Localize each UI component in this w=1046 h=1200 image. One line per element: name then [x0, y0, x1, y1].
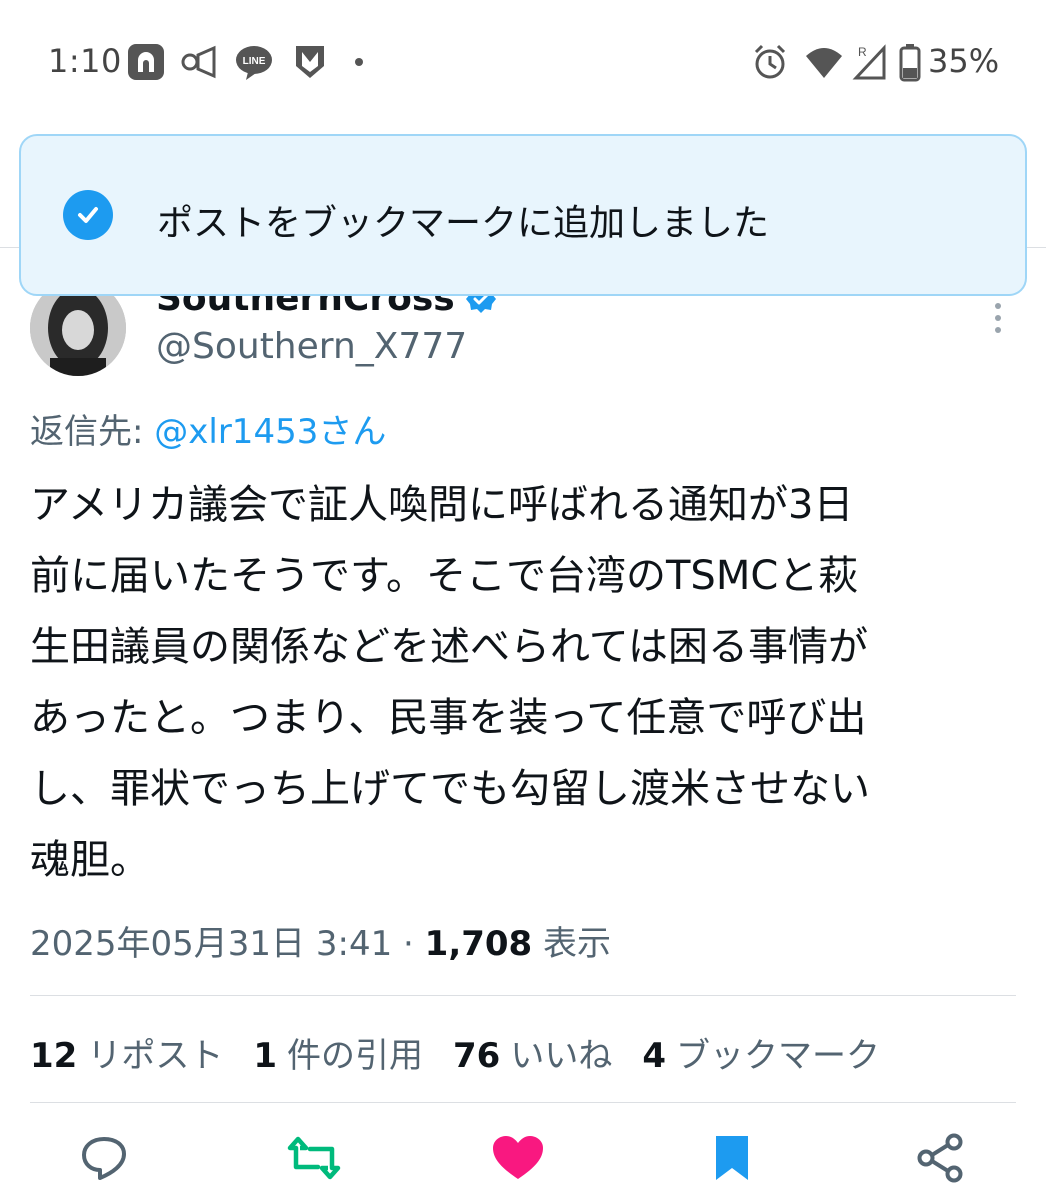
tweet-line: し、罪状でっち上げてでも勾留し渡米させない [30, 766, 870, 812]
toast-message: ポストをブックマークに追加しました [157, 203, 770, 244]
action-bar [0, 1130, 1046, 1194]
meta-separator: · [392, 924, 425, 964]
mcafee-shield-icon [292, 42, 328, 82]
alarm-icon [752, 42, 788, 82]
repost-icon [287, 1136, 341, 1180]
tweet-line: 前に届いたそうです。そこで台湾のTSMCと萩 [30, 553, 859, 599]
status-time: 1:10 [48, 42, 122, 80]
stat-count: 4 [642, 1036, 666, 1076]
stat-label: ブックマーク [676, 1036, 880, 1076]
stat-count: 12 [30, 1036, 78, 1076]
reply-mention-link[interactable]: @xlr1453さん [154, 412, 386, 452]
like-icon [493, 1136, 543, 1179]
views-count: 1,708 [424, 924, 533, 964]
tweet-line: あったと。つまり、民事を装って任意で呼び出 [30, 695, 867, 741]
line-app-icon: LINE [234, 42, 274, 82]
stat-quotes[interactable]: 1 件の引用 [253, 1028, 423, 1077]
like-button[interactable] [490, 1130, 546, 1186]
battery-percent: 35% [928, 42, 1000, 80]
share-icon [917, 1133, 963, 1183]
tweet-line: 魂胆。 [30, 837, 150, 883]
stat-label: いいね [510, 1036, 613, 1076]
svg-text:R: R [858, 45, 867, 59]
tweet-line: アメリカ議会で証人喚問に呼ばれる通知が3日 [30, 482, 854, 528]
divider [30, 1102, 1016, 1103]
divider [30, 995, 1016, 996]
stat-reposts[interactable]: 12 リポスト [30, 1028, 223, 1077]
engagement-stats: 12 リポスト 1 件の引用 76 いいね 4 ブックマーク [30, 1028, 910, 1077]
check-circle-icon [63, 190, 113, 240]
stat-label: リポスト [87, 1036, 224, 1076]
nfc-speaker-icon [180, 42, 220, 82]
tweet-text: アメリカ議会で証人喚問に呼ばれる通知が3日 前に届いたそうです。そこで台湾のTS… [30, 470, 1020, 896]
author-handle[interactable]: @Southern_X777 [156, 326, 467, 367]
tweet-timestamp[interactable]: 2025年05月31日 3:41 [30, 924, 392, 964]
reply-icon [82, 1137, 126, 1180]
signal-roaming-icon: R [852, 42, 888, 82]
stat-count: 76 [453, 1036, 501, 1076]
wifi-icon [804, 42, 844, 82]
dot-icon [352, 42, 366, 82]
stat-likes[interactable]: 76 いいね [453, 1028, 612, 1077]
stat-count: 1 [253, 1036, 277, 1076]
stat-label: 件の引用 [287, 1036, 423, 1076]
vpn-key-icon [126, 42, 166, 82]
bookmark-added-toast[interactable]: ポストをブックマークに追加しました [19, 134, 1027, 296]
stat-bookmarks[interactable]: 4 ブックマーク [642, 1028, 880, 1077]
tweet-line: 生田議員の関係などを述べられては困る事情が [30, 624, 868, 670]
bookmark-button[interactable] [704, 1130, 760, 1186]
more-options-icon[interactable] [990, 300, 1006, 336]
status-bar: 1:10 LINE R 35% [0, 0, 1046, 120]
battery-icon [898, 42, 922, 82]
share-button[interactable] [912, 1130, 968, 1186]
reply-to-prefix: 返信先: [30, 412, 155, 452]
views-label: 表示 [532, 924, 612, 964]
reply-to-line: 返信先: @xlr1453さん [30, 404, 386, 453]
svg-text:LINE: LINE [243, 56, 266, 67]
repost-button[interactable] [286, 1130, 342, 1186]
tweet-meta: 2025年05月31日 3:41 · 1,708 表示 [30, 916, 611, 965]
reply-button[interactable] [76, 1130, 132, 1186]
bookmark-icon [716, 1136, 748, 1180]
